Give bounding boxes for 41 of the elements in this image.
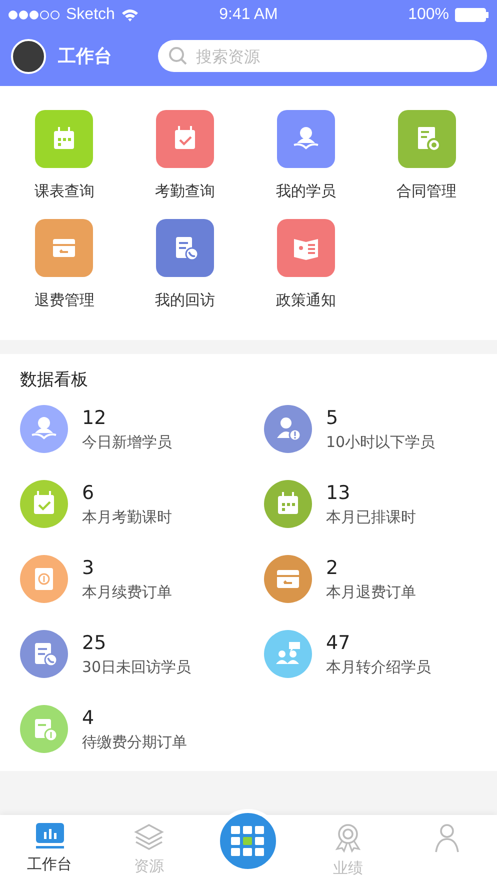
status-time: 9:41 AM	[219, 6, 278, 24]
stat-label: 本月退费订单	[326, 582, 416, 602]
search-icon	[168, 46, 188, 66]
shortcut-item[interactable]: 我的学员	[246, 110, 366, 201]
stat-label: 本月续费订单	[82, 582, 172, 602]
stat-label: 待缴费分期订单	[82, 732, 187, 752]
stat-value: 6	[82, 482, 96, 504]
shortcut-item[interactable]: 考勤查询	[124, 110, 246, 201]
battery-percent: 100%	[408, 6, 449, 24]
stat-label: 今日新增学员	[82, 432, 172, 452]
stat-value: 3	[82, 556, 96, 578]
shortcut-item[interactable]: 政策通知	[246, 219, 366, 310]
carrier-name: Sketch	[66, 6, 115, 24]
stat-value: 25	[82, 632, 108, 654]
shortcut-item[interactable]: 退费管理	[4, 219, 125, 310]
stat-label: 10小时以下学员	[326, 432, 436, 452]
stat-label: 30日未回访学员	[82, 658, 192, 676]
stat-label: 本月考勤课时	[82, 508, 172, 526]
signal-icon	[8, 10, 60, 20]
shortcut-item[interactable]: 课表查询	[4, 110, 125, 201]
stat-label: 本月已排课时	[326, 508, 416, 526]
shortcut-item[interactable]: 合同管理	[366, 110, 487, 201]
layers-icon	[134, 823, 164, 851]
wifi-icon	[120, 8, 139, 22]
search-field[interactable]: 搜索资源	[158, 40, 487, 72]
award-icon	[332, 823, 363, 853]
logo-icon	[231, 826, 266, 856]
shortcut-item[interactable]: 我的回访	[124, 219, 246, 310]
avatar[interactable]	[11, 38, 46, 74]
stat-value: 2	[326, 556, 340, 578]
stat-value: 12	[82, 406, 108, 428]
tab-item[interactable]: 工作台	[0, 823, 100, 874]
stat-value: 47	[326, 632, 352, 654]
section-title: 数据看板	[20, 369, 89, 391]
stat-value: 13	[326, 482, 352, 504]
bar-chart-icon	[34, 823, 65, 849]
header-title: 工作台	[58, 45, 113, 68]
stat-value: 4	[82, 706, 96, 728]
stat-label: 本月转介绍学员	[326, 658, 431, 676]
stat-value: 5	[326, 406, 340, 428]
battery-icon	[454, 8, 489, 22]
